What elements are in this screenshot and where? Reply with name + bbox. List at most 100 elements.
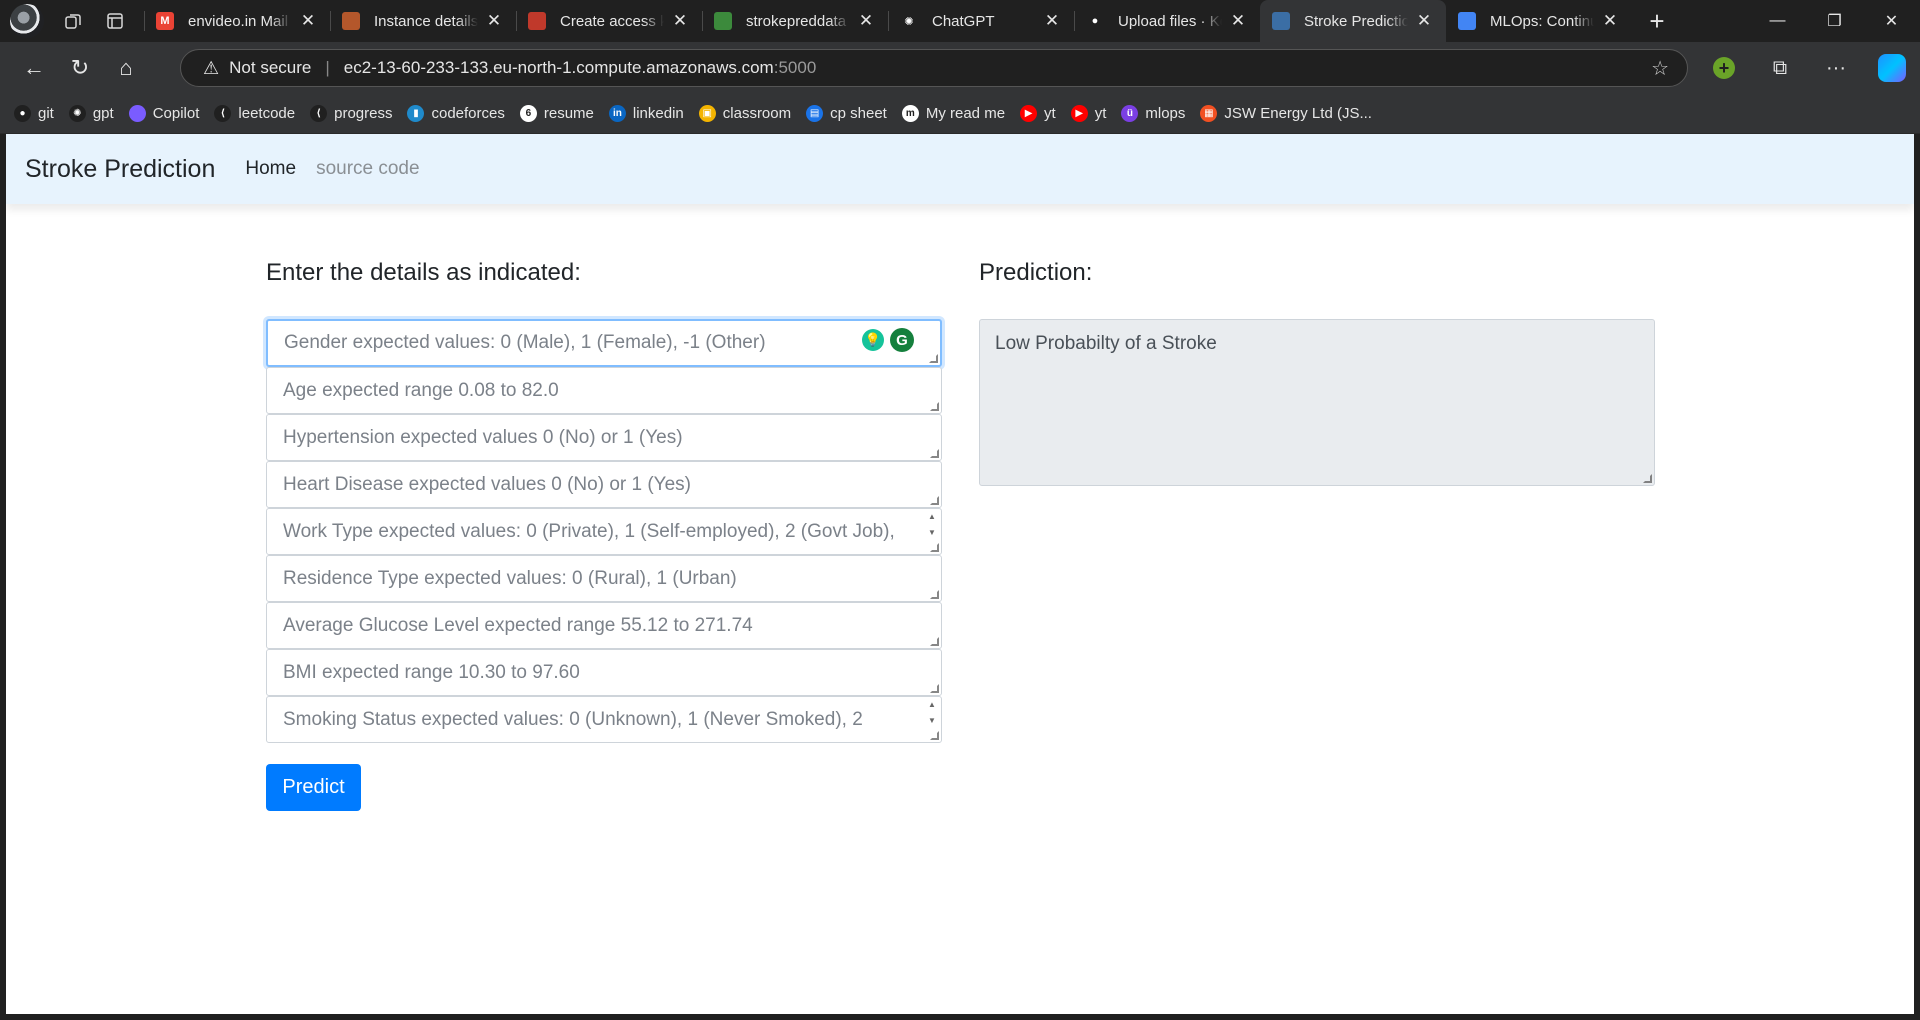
age-input[interactable]: Age expected range 0.08 to 82.0 — [266, 367, 942, 414]
workspaces-icon[interactable] — [52, 0, 94, 42]
grammarly-icon[interactable]: G — [890, 328, 914, 352]
bookmark-item[interactable]: Copilot — [128, 105, 199, 122]
tab-close-icon[interactable]: ✕ — [1414, 11, 1434, 31]
predict-button[interactable]: Predict — [266, 764, 361, 811]
address-separator: | — [325, 58, 330, 77]
bookmark-item[interactable]: ▣ classroom — [698, 105, 792, 122]
scroll-down-icon[interactable]: ▼ — [928, 716, 936, 726]
tab-title: ChatGPT — [932, 12, 995, 30]
bookmark-item[interactable]: m My read me — [901, 105, 1005, 122]
bookmark-item[interactable]: ▤ cp sheet — [806, 105, 887, 122]
resize-handle-icon[interactable] — [930, 449, 939, 458]
scroll-arrows-icon[interactable]: ▲ ▼ — [926, 512, 938, 538]
extensions-icon[interactable]: ⧉ — [1752, 42, 1808, 94]
tab-title: envideo.in Mail — [188, 12, 289, 30]
tab-close-icon[interactable]: ✕ — [1600, 11, 1620, 31]
browser-toolbar: ← ↻ ⌂ ⚠ Not secure | ec2-13-60-233-133.e… — [0, 42, 1920, 94]
input-placeholder: Residence Type expected values: 0 (Rural… — [283, 567, 737, 589]
tab-favicon-icon — [342, 12, 360, 30]
resize-handle-icon[interactable] — [930, 684, 939, 693]
tab-close-icon[interactable]: ✕ — [1228, 11, 1248, 31]
lightbulb-icon[interactable]: 💡 — [862, 329, 884, 351]
bookmark-item[interactable]: ü mlops — [1121, 105, 1185, 122]
browser-tab[interactable]: ✺ ChatGPT ✕ — [888, 0, 1074, 42]
bookmark-item[interactable]: ⟨ leetcode — [214, 105, 295, 122]
more-menu-icon[interactable]: ··· — [1808, 42, 1864, 94]
refresh-icon[interactable]: ↻ — [58, 48, 102, 88]
bookmark-favicon-icon: in — [608, 105, 626, 122]
vertical-tabs-icon[interactable] — [94, 0, 136, 42]
tab-close-icon[interactable]: ✕ — [484, 11, 504, 31]
browser-tab[interactable]: Menvideo.in Mail ✕ — [144, 0, 330, 42]
toolbar-right-icons: + ⧉ ··· — [1696, 42, 1920, 94]
input-form: Enter the details as indicated: Gender e… — [266, 259, 942, 811]
copilot-icon[interactable] — [1878, 54, 1906, 82]
tab-close-icon[interactable]: ✕ — [670, 11, 690, 31]
browser-tab[interactable]: Instance details | ✕ — [330, 0, 516, 42]
back-icon[interactable]: ← — [12, 48, 56, 88]
resize-handle-icon[interactable] — [930, 496, 939, 505]
bookmark-favicon-icon: ▣ — [698, 105, 716, 122]
resize-handle-icon[interactable] — [930, 543, 939, 552]
bmi-input[interactable]: BMI expected range 10.30 to 97.60 — [266, 649, 942, 696]
tab-close-icon[interactable]: ✕ — [298, 11, 318, 31]
minimize-icon[interactable]: — — [1749, 0, 1806, 42]
tab-favicon-icon — [528, 12, 546, 30]
address-bar[interactable]: ⚠ Not secure | ec2-13-60-233-133.eu-nort… — [180, 49, 1688, 87]
home-icon[interactable]: ⌂ — [104, 48, 148, 88]
bookmark-item[interactable]: ▮ codeforces — [407, 105, 505, 122]
resize-handle-icon[interactable] — [930, 637, 939, 646]
nav-home-link[interactable]: Home — [245, 158, 296, 180]
browser-tab[interactable]: Stroke Predictior ✕ — [1260, 0, 1446, 42]
resize-handle-icon[interactable] — [930, 590, 939, 599]
profile-avatar[interactable] — [10, 4, 44, 38]
warning-icon[interactable]: ⚠ — [203, 58, 219, 79]
nav-source-code-link[interactable]: source code — [316, 158, 420, 180]
bookmark-item[interactable]: in linkedin — [608, 105, 684, 122]
prediction-heading: Prediction: — [979, 259, 1093, 286]
smoking-status-input[interactable]: Smoking Status expected values: 0 (Unkno… — [266, 696, 942, 743]
url-port[interactable]: :5000 — [774, 58, 817, 78]
security-label[interactable]: Not secure — [229, 58, 311, 78]
browser-tab[interactable]: strokepreddata - ✕ — [702, 0, 888, 42]
browser-tab[interactable]: Create access ke ✕ — [516, 0, 702, 42]
bookmarks-bar: ● git ✺ gpt Copilot ⟨ leetcode ⟨ progress ▮ codefo… — [0, 94, 1920, 134]
bookmark-label: classroom — [722, 105, 792, 122]
heart-disease-input[interactable]: Heart Disease expected values 0 (No) or … — [266, 461, 942, 508]
avg-glucose-input[interactable]: Average Glucose Level expected range 55.… — [266, 602, 942, 649]
tab-close-icon[interactable]: ✕ — [1042, 11, 1062, 31]
bookmark-label: cp sheet — [830, 105, 887, 122]
resize-handle-icon[interactable] — [930, 731, 939, 740]
hypertension-input[interactable]: Hypertension expected values 0 (No) or 1… — [266, 414, 942, 461]
site-brand[interactable]: Stroke Prediction — [25, 155, 215, 184]
scroll-arrows-icon[interactable]: ▲ ▼ — [926, 700, 938, 726]
resize-handle-icon[interactable] — [930, 402, 939, 411]
input-placeholder: Smoking Status expected values: 0 (Unkno… — [283, 708, 863, 730]
close-window-icon[interactable]: ✕ — [1863, 0, 1920, 42]
bookmark-item[interactable]: 6 resume — [519, 105, 594, 122]
resize-handle-icon[interactable] — [1643, 474, 1652, 483]
bookmark-item[interactable]: ▶ yt — [1020, 105, 1056, 122]
extension-plus-icon[interactable]: + — [1713, 57, 1735, 79]
bookmark-item[interactable]: ▦ JSW Energy Ltd (JS... — [1200, 105, 1372, 122]
scroll-down-icon[interactable]: ▼ — [928, 528, 936, 538]
resize-handle-icon[interactable] — [929, 354, 938, 363]
scroll-up-icon[interactable]: ▲ — [928, 512, 936, 522]
bookmark-item[interactable]: ⟨ progress — [310, 105, 392, 122]
residence-type-input[interactable]: Residence Type expected values: 0 (Rural… — [266, 555, 942, 602]
tab-close-icon[interactable]: ✕ — [856, 11, 876, 31]
scroll-up-icon[interactable]: ▲ — [928, 700, 936, 710]
restore-icon[interactable]: ❐ — [1806, 0, 1863, 42]
bookmark-item[interactable]: ✺ gpt — [68, 105, 114, 122]
browser-tab[interactable]: MLOps: Continu ✕ — [1446, 0, 1632, 42]
url-host[interactable]: ec2-13-60-233-133.eu-north-1.compute.ama… — [344, 58, 774, 78]
tab-favicon-icon — [714, 12, 732, 30]
work-type-input[interactable]: Work Type expected values: 0 (Private), … — [266, 508, 942, 555]
bookmark-item[interactable]: ● git — [14, 105, 54, 122]
grammarly-widget[interactable]: 💡 G — [862, 326, 920, 354]
gender-input[interactable]: Gender expected values: 0 (Male), 1 (Fem… — [266, 319, 942, 367]
favorite-star-icon[interactable]: ☆ — [1651, 56, 1669, 81]
bookmark-item[interactable]: ▶ yt — [1070, 105, 1106, 122]
new-tab-button[interactable]: + — [1632, 0, 1682, 42]
browser-tab[interactable]: ● Upload files · Ke ✕ — [1074, 0, 1260, 42]
